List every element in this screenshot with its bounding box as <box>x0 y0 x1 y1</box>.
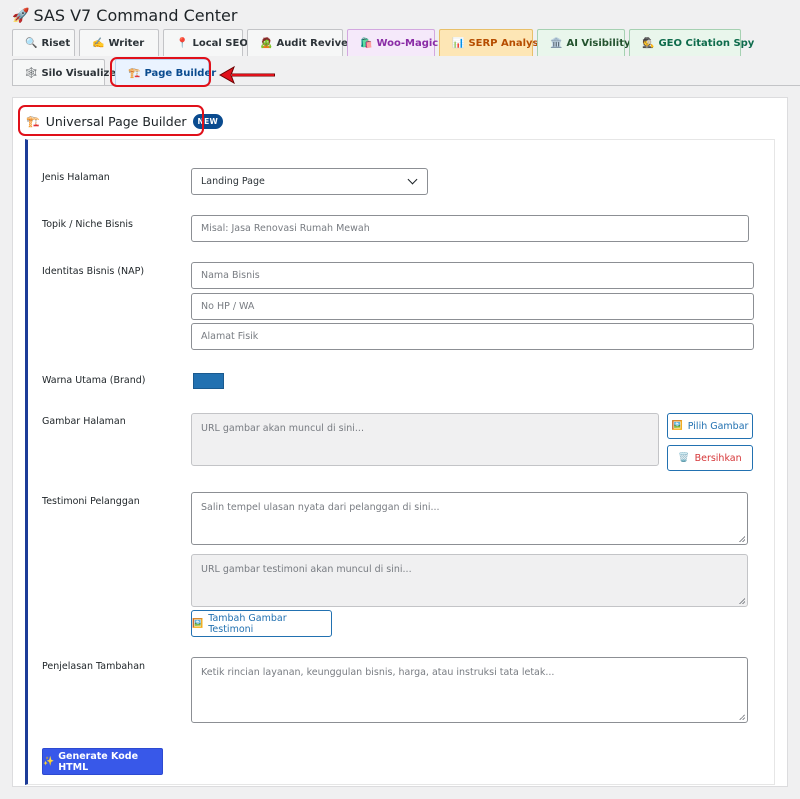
testimonial-placeholder: Salin tempel ulasan nyata dari pelanggan… <box>201 502 440 513</box>
page-title: 🚀 SAS V7 Command Center <box>12 6 237 25</box>
address-placeholder: Alamat Fisik <box>201 331 259 342</box>
tab-audit-reviver[interactable]: 🧟 Audit Reviver <box>247 29 353 56</box>
extra-notes-textarea[interactable]: Ketik rincian layanan, keunggulan bisnis… <box>191 657 748 723</box>
page-type-select[interactable]: Landing Page <box>191 168 428 195</box>
spider-web-icon: 🕸️ <box>25 67 38 79</box>
address-input[interactable]: Alamat Fisik <box>191 323 754 350</box>
active-tab-highlight <box>110 57 211 87</box>
business-name-placeholder: Nama Bisnis <box>201 270 260 281</box>
testimonial-label: Testimoni Pelanggan <box>42 496 140 507</box>
pin-icon: 📍 <box>176 37 189 49</box>
tab-writer[interactable]: ✍️ Writer <box>79 29 159 56</box>
sparkles-icon: ✨ <box>43 756 55 767</box>
generate-html-button[interactable]: ✨ Generate Kode HTML <box>42 748 163 775</box>
extra-notes-placeholder: Ketik rincian layanan, keunggulan bisnis… <box>201 667 555 678</box>
testimonial-textarea[interactable]: Salin tempel ulasan nyata dari pelanggan… <box>191 492 748 545</box>
add-testimonial-image-button[interactable]: 🖼️ Tambah Gambar Testimoni <box>191 610 332 637</box>
tab-label: Woo-Magic <box>376 37 439 49</box>
framed-picture-icon: 🖼️ <box>192 618 204 629</box>
extra-notes-label: Penjelasan Tambahan <box>42 661 146 672</box>
page-image-url-field[interactable]: URL gambar akan muncul di sini... <box>191 413 659 466</box>
shopping-bags-icon: 🛍️ <box>360 37 373 49</box>
page-image-label: Gambar Halaman <box>42 416 126 427</box>
clear-image-label: Bersihkan <box>694 452 742 464</box>
phone-placeholder: No HP / WA <box>201 301 255 312</box>
tab-ai-visibility[interactable]: 🏛️ AI Visibility <box>537 29 631 56</box>
page-type-value: Landing Page <box>201 176 265 187</box>
classical-building-icon: 🏛️ <box>550 37 563 49</box>
topic-placeholder: Misal: Jasa Renovasi Rumah Mewah <box>201 223 370 234</box>
trash-icon: 🗑️ <box>678 453 690 463</box>
topic-label: Topik / Niche Bisnis <box>42 219 133 230</box>
writing-hand-icon: ✍️ <box>92 37 105 49</box>
resize-handle-icon[interactable] <box>739 598 745 604</box>
resize-handle-icon[interactable] <box>739 714 745 720</box>
detective-icon: 🕵️ <box>642 37 655 49</box>
brand-color-picker[interactable] <box>193 373 224 389</box>
business-name-input[interactable]: Nama Bisnis <box>191 262 754 289</box>
brand-color-label: Warna Utama (Brand) <box>42 375 146 386</box>
search-icon: 🔍 <box>25 37 38 49</box>
tab-riset[interactable]: 🔍 Riset <box>12 29 75 56</box>
tab-serp-analyst[interactable]: 📊 SERP Analyst <box>439 29 543 56</box>
tab-woo-magic[interactable]: 🛍️ Woo-Magic <box>347 29 439 56</box>
page-type-label: Jenis Halaman <box>42 172 110 183</box>
pick-image-button[interactable]: 🖼️ Pilih Gambar <box>667 413 753 439</box>
add-testimonial-image-label: Tambah Gambar Testimoni <box>208 612 287 635</box>
phone-input[interactable]: No HP / WA <box>191 293 754 320</box>
zombie-icon: 🧟 <box>260 37 273 49</box>
tab-label: Riset <box>41 37 71 49</box>
nap-label: Identitas Bisnis (NAP) <box>42 266 145 277</box>
tab-local-seo[interactable]: 📍 Local SEO <box>163 29 248 56</box>
tab-label: GEO Citation Spy <box>658 37 755 49</box>
tab-label: Local SEO <box>192 37 248 49</box>
tab-geo-citation-spy[interactable]: 🕵️ GEO Citation Spy <box>629 29 754 56</box>
bar-chart-icon: 📊 <box>452 37 465 49</box>
tab-silo-visualizer[interactable]: 🕸️ Silo Visualizer <box>12 59 121 86</box>
generate-html-label: Generate Kode HTML <box>58 750 139 773</box>
tab-label: Writer <box>108 37 145 49</box>
tabs-row-1: 🔍 Riset ✍️ Writer 📍 Local SEO 🧟 Audit Revive… <box>12 29 754 56</box>
framed-picture-icon: 🖼️ <box>671 421 683 431</box>
tab-label: Audit Reviver <box>276 37 353 49</box>
page-title-text: SAS V7 Command Center <box>33 6 238 25</box>
rocket-icon: 🚀 <box>12 7 30 24</box>
section-title-highlight <box>18 105 204 136</box>
chevron-down-icon <box>407 174 418 185</box>
testimonial-image-url-field[interactable]: URL gambar testimoni akan muncul di sini… <box>191 554 748 607</box>
clear-image-button[interactable]: 🗑️ Bersihkan <box>667 445 753 471</box>
annotation-arrow-icon <box>218 65 275 85</box>
tab-label: AI Visibility <box>566 37 631 49</box>
resize-handle-icon[interactable] <box>739 536 745 542</box>
tab-label: SERP Analyst <box>468 37 544 49</box>
testimonial-image-placeholder: URL gambar testimoni akan muncul di sini… <box>201 564 412 575</box>
page-image-placeholder: URL gambar akan muncul di sini... <box>201 423 364 434</box>
pick-image-label: Pilih Gambar <box>687 420 749 432</box>
topic-input[interactable]: Misal: Jasa Renovasi Rumah Mewah <box>191 215 749 242</box>
